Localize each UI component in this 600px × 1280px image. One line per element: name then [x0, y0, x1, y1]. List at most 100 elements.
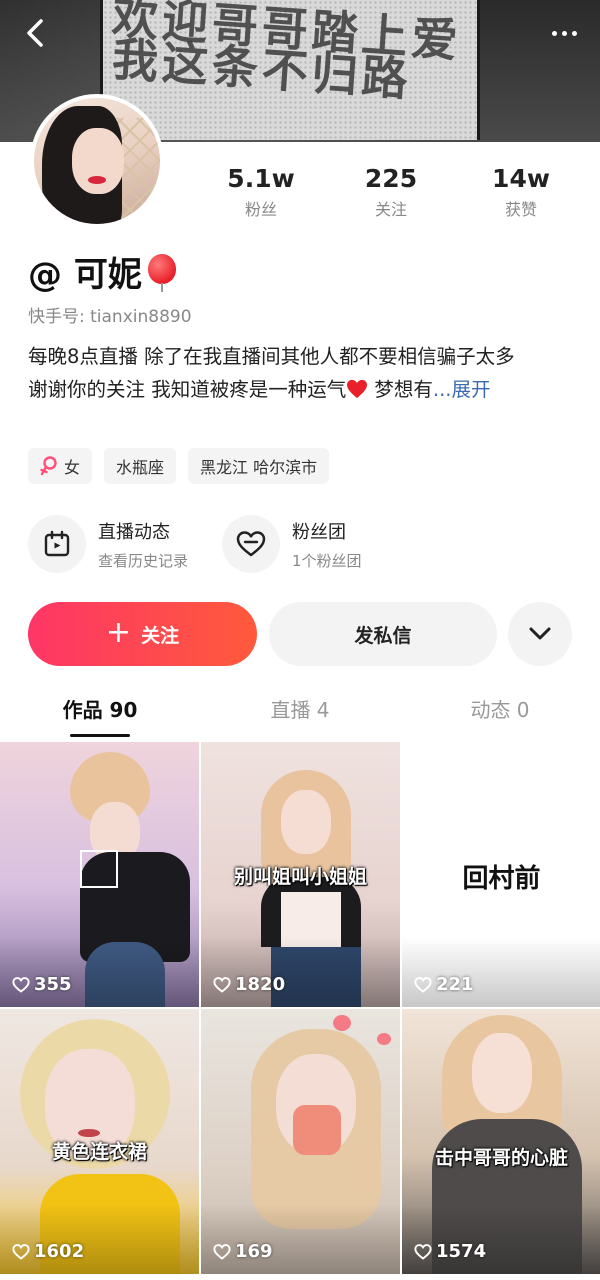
heart-outline-icon	[414, 1243, 432, 1260]
follow-label: 关注	[141, 624, 180, 647]
stat-label: 粉丝	[244, 200, 277, 219]
bio-line2-more: 梦想有	[368, 378, 433, 401]
entry-title: 直播动态	[98, 521, 170, 543]
back-button[interactable]	[18, 16, 52, 50]
heart-outline-icon	[12, 976, 30, 993]
thumbnail-shade	[402, 1204, 600, 1274]
name-row: @ 可妮	[28, 247, 178, 296]
like-count: 221	[414, 974, 474, 995]
thumbnail-shade	[0, 937, 199, 1007]
thumbnail-figure	[472, 1033, 532, 1113]
like-count: 1574	[414, 1241, 486, 1262]
profile-tags: 女 水瓶座 黑龙江 哈尔滨市	[28, 448, 330, 484]
entry-icon-circle	[222, 515, 281, 573]
more-dot-icon	[561, 30, 567, 36]
message-label: 发私信	[354, 624, 412, 647]
expand-recommend-button[interactable]	[508, 602, 572, 666]
thumbnail-shade	[201, 937, 400, 1007]
thumbnail-figure	[80, 850, 118, 888]
video-thumbnail[interactable]: 别叫姐叫小姐姐 1820	[201, 742, 400, 1007]
like-count-value: 1574	[436, 1241, 487, 1262]
quick-entries: 直播动态 查看历史记录 粉丝团 1个粉丝团	[28, 515, 362, 573]
stat-following[interactable]: 225 关注	[326, 164, 456, 220]
like-count-value: 169	[235, 1241, 273, 1262]
heart-outline-icon	[414, 976, 432, 993]
avatar[interactable]	[30, 94, 164, 228]
like-count-value: 1820	[235, 974, 286, 995]
tag-label: 女	[64, 458, 81, 477]
entry-subtitle: 查看历史记录	[98, 551, 189, 570]
send-message-button[interactable]: 发私信	[269, 602, 497, 666]
calendar-play-icon	[44, 530, 70, 557]
video-caption: 回村前	[462, 864, 541, 894]
heart-outline-icon	[12, 1243, 30, 1260]
stat-value: 5.1w	[227, 164, 295, 193]
fan-club-entry[interactable]: 粉丝团 1个粉丝团	[222, 515, 362, 573]
tag-zodiac: 水瓶座	[104, 448, 177, 484]
entry-text: 粉丝团 1个粉丝团	[292, 518, 362, 571]
video-thumbnail[interactable]: 355	[0, 742, 199, 1007]
thumbnail-figure	[281, 790, 331, 854]
tag-label: 水瓶座	[116, 458, 165, 477]
stat-label: 获赞	[504, 200, 537, 219]
stat-likes[interactable]: 14w 获赞	[456, 164, 586, 220]
video-caption: 击中哥哥的心脏	[434, 1147, 568, 1169]
female-icon	[40, 456, 57, 476]
stat-value: 14w	[492, 164, 550, 193]
live-history-entry[interactable]: 直播动态 查看历史记录	[28, 515, 188, 573]
thumbnail-figure	[293, 1105, 341, 1155]
heart-outline-icon	[213, 1243, 231, 1260]
tab-live[interactable]: 直播 4	[200, 694, 400, 740]
chevron-down-icon	[529, 627, 551, 640]
video-grid: 355 别叫姐叫小姐姐 1820 回村前 221 黄色连衣裙 1602 169 …	[0, 742, 600, 1274]
thumbnail-shade	[201, 1204, 400, 1274]
more-dot-icon	[571, 30, 577, 36]
more-options-button[interactable]	[544, 16, 584, 50]
thumbnail-shade	[402, 937, 600, 1007]
tag-label: 黑龙江 哈尔滨市	[200, 458, 318, 477]
stat-label: 关注	[374, 200, 407, 219]
entry-subtitle: 1个粉丝团	[292, 551, 362, 570]
video-thumbnail[interactable]: 黄色连衣裙 1602	[0, 1009, 199, 1274]
stat-fans[interactable]: 5.1w 粉丝	[196, 164, 326, 220]
video-caption: 黄色连衣裙	[51, 1141, 147, 1163]
entry-text: 直播动态 查看历史记录	[98, 518, 188, 571]
heart-outline-icon	[236, 531, 266, 557]
like-count: 169	[213, 1241, 273, 1262]
thumbnail-figure	[333, 1015, 351, 1031]
bio-line2-text: 谢谢你的关注 我知道被疼是一种运气	[28, 378, 347, 401]
avatar-face	[72, 128, 124, 194]
like-count: 1820	[213, 974, 285, 995]
stat-value: 225	[364, 164, 418, 193]
like-count-value: 1602	[34, 1241, 85, 1262]
like-count: 1602	[12, 1241, 84, 1262]
like-count: 355	[12, 974, 72, 995]
like-count-value: 221	[436, 974, 474, 995]
chevron-left-icon	[27, 19, 43, 47]
bio-expand-link[interactable]: ...展开	[433, 378, 491, 401]
video-thumbnail[interactable]: 回村前 221	[402, 742, 600, 1007]
heart-outline-icon	[213, 976, 231, 993]
video-thumbnail[interactable]: 169	[201, 1009, 400, 1274]
entry-icon-circle	[28, 515, 86, 573]
thumbnail-figure	[78, 1129, 100, 1137]
profile-bio[interactable]: 每晚8点直播 除了在我直播间其他人都不要相信骗子太多 谢谢你的关注 我知道被疼是…	[28, 340, 578, 406]
balloon-icon	[146, 252, 178, 292]
bio-line1: 每晚8点直播 除了在我直播间其他人都不要相信骗子太多	[28, 345, 515, 368]
content-tabs: 作品 90 直播 4 动态 0	[0, 694, 600, 740]
follow-button[interactable]: + 关注	[28, 602, 257, 666]
tab-works[interactable]: 作品 90	[0, 694, 200, 740]
thumbnail-shade	[0, 1204, 199, 1274]
more-dot-icon	[551, 30, 557, 36]
entry-title: 粉丝团	[292, 521, 347, 543]
thumbnail-figure	[377, 1033, 391, 1045]
video-thumbnail[interactable]: 击中哥哥的心脏 1574	[402, 1009, 600, 1274]
like-count-value: 355	[34, 974, 72, 995]
tag-gender: 女	[28, 448, 93, 484]
tab-moments[interactable]: 动态 0	[400, 694, 600, 740]
video-caption: 别叫姐叫小姐姐	[233, 866, 367, 888]
plus-icon: +	[105, 614, 132, 650]
bio-line2: 谢谢你的关注 我知道被疼是一种运气 梦想有...展开	[28, 373, 578, 406]
kuaishou-id[interactable]: 快手号: tianxin8890	[28, 302, 192, 327]
profile-name: @ 可妮	[28, 255, 142, 295]
